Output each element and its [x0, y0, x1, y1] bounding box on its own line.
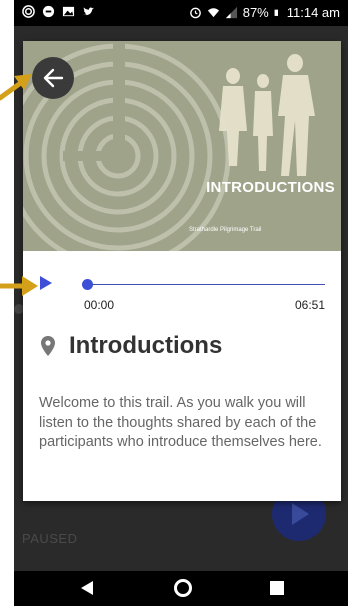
trail-point-card: INTRODUCTIONS Strathardle Pilgrimage Tra…: [23, 41, 341, 501]
play-button[interactable]: [39, 275, 53, 291]
wifi-icon: [207, 8, 219, 18]
nav-back-icon[interactable]: [80, 580, 94, 596]
hero-subtitle: Strathardle Pilgrimage Trail: [189, 227, 262, 233]
signal-icon: [225, 6, 237, 19]
background-status-label: PAUSED: [22, 531, 78, 546]
nav-recents-icon[interactable]: [270, 581, 284, 595]
annotation-arrow-back: [0, 74, 32, 101]
target-icon: [22, 5, 35, 18]
description-text: Welcome to this trail. As you walk you w…: [39, 395, 322, 450]
play-icon: [292, 503, 309, 525]
place-header: Introductions: [41, 332, 222, 360]
location-pin-icon: [41, 336, 55, 356]
nav-home-icon[interactable]: [174, 579, 192, 597]
hero-image: INTRODUCTIONS Strathardle Pilgrimage Tra…: [23, 41, 341, 251]
seek-handle[interactable]: [82, 279, 93, 290]
audio-player: 00:00 06:51: [23, 267, 341, 317]
clock-time: 11:14 am: [286, 5, 340, 20]
navigation-bar: [14, 571, 348, 606]
annotation-arrow-play: [0, 276, 38, 296]
twitter-icon: [82, 7, 95, 16]
seek-bar[interactable]: [87, 284, 325, 285]
alarm-icon: [189, 7, 201, 19]
messenger-icon: [42, 5, 55, 18]
duration: 06:51: [294, 298, 325, 312]
battery-level: 87%: [242, 5, 269, 20]
status-bar: 87% 11:14 am: [14, 0, 348, 26]
image-icon: [62, 6, 75, 17]
arrow-left-icon: [43, 68, 64, 88]
hero-title: INTRODUCTIONS: [206, 179, 335, 196]
place-title: Introductions: [69, 332, 223, 359]
battery-icon: [274, 9, 278, 16]
phone-screen: 87% 11:14 am PAUSED INTRODUCTIONS Strath…: [14, 0, 348, 606]
current-time: 00:00: [84, 298, 115, 312]
